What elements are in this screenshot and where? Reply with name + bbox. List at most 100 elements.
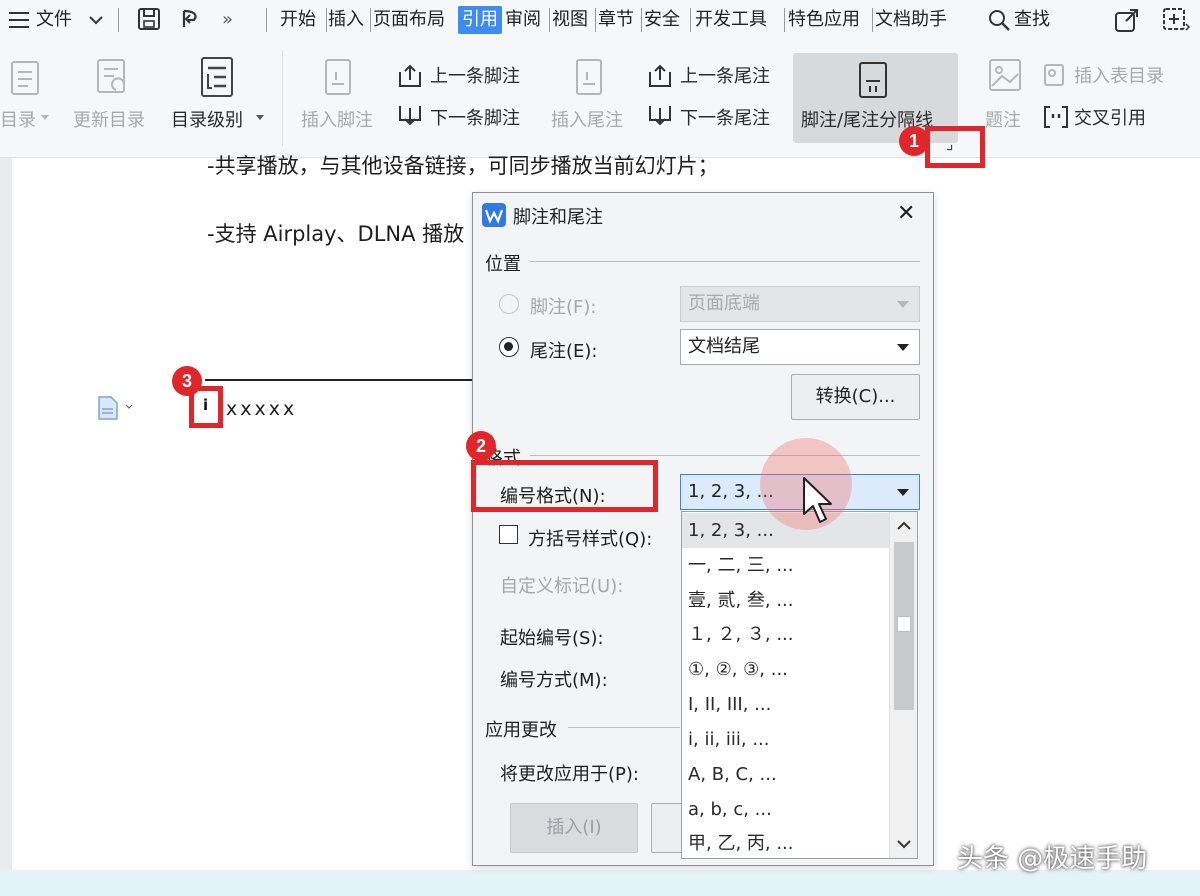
section-divider — [568, 727, 680, 728]
mouse-cursor-icon — [803, 477, 832, 523]
menu-divider — [118, 8, 119, 32]
list-item[interactable]: ①, ②, ③, ... — [682, 652, 890, 687]
chevron-down-icon — [897, 344, 909, 351]
bracket-style-checkbox[interactable] — [499, 525, 518, 544]
list-item[interactable]: i, ii, iii, ... — [682, 722, 890, 757]
number-format-highlight — [471, 460, 658, 512]
caption-button[interactable]: 题注 — [985, 106, 1021, 132]
list-item[interactable]: １, ２, ３, ... — [682, 617, 890, 652]
chevron-down-icon[interactable] — [896, 838, 912, 850]
tab-page-layout[interactable]: 页面布局 — [373, 6, 445, 34]
hamburger-menu-icon[interactable] — [8, 10, 30, 30]
toc-level-icon — [201, 57, 233, 97]
dropdown-scrollbar[interactable] — [889, 512, 917, 858]
add-tab-icon[interactable] — [1160, 6, 1190, 34]
tab-security[interactable]: 安全 — [644, 6, 680, 34]
menu-divider — [641, 8, 642, 32]
footnote-location-value: 页面底端 — [688, 293, 760, 314]
menu-divider — [595, 8, 596, 32]
menu-divider — [784, 8, 785, 32]
prev-footnote-button[interactable]: 上一条脚注 — [430, 62, 520, 88]
toc-button[interactable]: 目录 — [0, 106, 36, 132]
endnote-location-select[interactable]: 文档结尾 — [680, 329, 920, 365]
tab-home[interactable]: 开始 — [280, 6, 316, 34]
footnote-label: 脚注(F): — [530, 297, 597, 318]
cross-reference-icon — [1044, 106, 1068, 128]
next-footnote-button[interactable]: 下一条脚注 — [430, 104, 520, 130]
tab-section[interactable]: 章节 — [598, 6, 634, 34]
tab-view[interactable]: 视图 — [552, 6, 588, 34]
search-icon[interactable] — [987, 8, 1011, 32]
tab-references[interactable]: 引用 — [458, 6, 502, 34]
ribbon-toolbar: 目录 更新目录 目录级别 插入脚注 上一条脚注 下一条脚注 插入尾注 上一条尾注… — [0, 40, 1200, 158]
next-endnote-icon — [649, 106, 671, 126]
footnote-location-select: 页面底端 — [680, 286, 920, 322]
apply-section-title: 应用更改 — [485, 720, 557, 741]
list-item[interactable]: I, II, III, ... — [682, 687, 890, 722]
toc-level-button[interactable]: 目录级别 — [171, 106, 243, 132]
custom-mark-label: 自定义标记(U): — [500, 576, 624, 597]
endnote-text: xxxxx — [226, 398, 298, 420]
prev-endnote-icon — [649, 64, 671, 87]
update-toc-button[interactable]: 更新目录 — [73, 106, 145, 132]
undo-icon[interactable] — [178, 7, 204, 33]
next-footnote-icon — [399, 106, 421, 126]
share-icon[interactable] — [1114, 7, 1140, 33]
chevron-down-icon — [897, 489, 909, 496]
menu-bar: 文件 » 开始 插入 页面布局 引用 审阅 视图 章节 安全 开发工具 特色应用… — [0, 0, 1200, 40]
list-item[interactable]: A, B, C, ... — [682, 757, 890, 792]
numbering-label: 编号方式(M): — [500, 670, 608, 691]
insert-button[interactable]: 插入(I) — [510, 803, 638, 853]
save-icon[interactable] — [137, 7, 161, 31]
update-toc-icon — [97, 59, 125, 93]
chevron-down-icon — [41, 115, 49, 120]
endnote-label: 尾注(E): — [530, 341, 598, 362]
scrollbar-marker — [897, 616, 911, 632]
tab-review[interactable]: 审阅 — [505, 6, 541, 34]
tab-special-apps[interactable]: 特色应用 — [788, 6, 860, 34]
file-menu[interactable]: 文件 — [36, 6, 72, 34]
endnote-radio[interactable] — [499, 337, 519, 357]
chevron-down-icon — [256, 115, 264, 120]
insert-endnote-icon — [576, 59, 602, 95]
tab-developer-tools[interactable]: 开发工具 — [695, 6, 767, 34]
close-icon[interactable]: ✕ — [897, 201, 915, 226]
footnote-radio[interactable] — [499, 294, 519, 314]
table-of-figures-icon — [1044, 64, 1064, 86]
list-item[interactable]: 甲, 乙, 丙, ... — [682, 826, 890, 858]
cross-reference-button[interactable]: 交叉引用 — [1074, 104, 1146, 130]
section-divider — [530, 455, 920, 456]
search-button[interactable]: 查找 — [1014, 6, 1050, 34]
endnote-location-value: 文档结尾 — [688, 336, 760, 357]
dialog-titlebar: 脚注和尾注 ✕ — [473, 193, 933, 235]
menu-divider — [266, 8, 267, 32]
endnote-separator-line — [205, 379, 473, 381]
dialog-title: 脚注和尾注 — [513, 207, 603, 228]
insert-endnote-button[interactable]: 插入尾注 — [551, 106, 623, 132]
next-endnote-button[interactable]: 下一条尾注 — [680, 104, 770, 130]
toolbar-overflow-icon[interactable]: » — [222, 6, 233, 34]
menu-divider — [549, 8, 550, 32]
list-item[interactable]: 壹, 贰, 叁, ... — [682, 583, 890, 618]
chevron-down-icon[interactable] — [88, 14, 104, 26]
radio-dot — [504, 342, 513, 351]
document-line: -支持 Airplay、DLNA 播放 — [207, 222, 465, 246]
apply-to-label: 将更改应用于(P): — [500, 764, 639, 785]
insert-table-of-figures-button[interactable]: 插入表目录 — [1074, 62, 1164, 88]
chevron-up-icon[interactable] — [896, 520, 912, 532]
dialog-launcher-highlight — [925, 126, 985, 168]
insert-footnote-icon — [325, 59, 351, 95]
step-badge-2: 2 — [466, 431, 496, 461]
tab-doc-assistant[interactable]: 文档助手 — [875, 6, 947, 34]
list-item[interactable]: a, b, c, ... — [682, 792, 890, 827]
convert-button[interactable]: 转换(C)... — [791, 374, 920, 420]
insert-footnote-button[interactable]: 插入脚注 — [301, 106, 373, 132]
list-item[interactable]: 一, 二, 三, ... — [682, 548, 890, 583]
dialog-launcher-icon[interactable]: ⌟ — [946, 134, 954, 153]
position-section-title: 位置 — [485, 254, 521, 275]
number-format-dropdown: 1, 2, 3, ... 一, 二, 三, ... 壹, 贰, 叁, ... １… — [681, 511, 918, 859]
tab-insert[interactable]: 插入 — [328, 6, 364, 34]
bracket-style-label: 方括号样式(Q): — [528, 529, 653, 550]
paragraph-handle-icon[interactable] — [96, 395, 140, 421]
prev-endnote-button[interactable]: 上一条尾注 — [680, 62, 770, 88]
